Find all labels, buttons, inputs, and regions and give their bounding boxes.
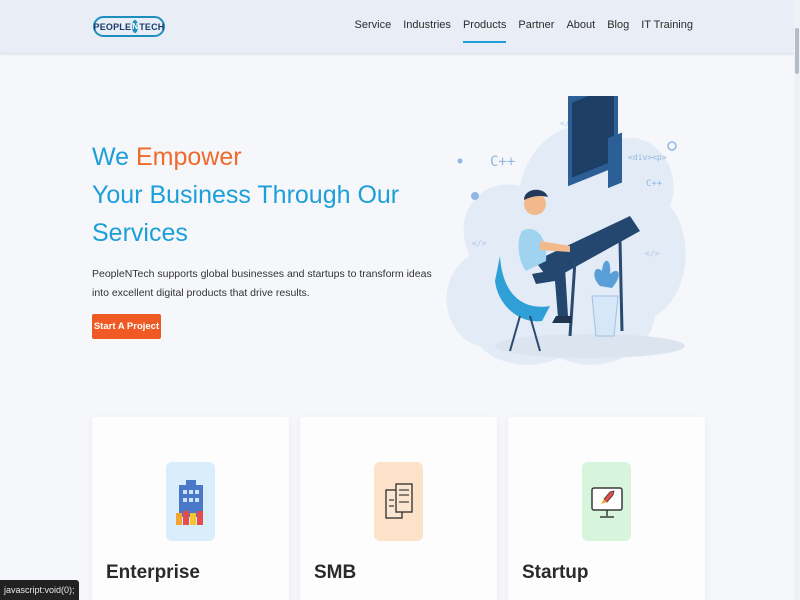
developer-illustration: C++ <div><p> C++ </> </> </> bbox=[446, 96, 686, 365]
nav-blog[interactable]: Blog bbox=[607, 19, 629, 43]
card-smb[interactable]: SMB bbox=[300, 417, 497, 600]
main-nav: Service Industries Products Partner Abou… bbox=[355, 19, 693, 43]
svg-text:<div><p>: <div><p> bbox=[628, 153, 667, 162]
hero-title-accent: Empower bbox=[136, 143, 242, 171]
start-project-button[interactable]: Start A Project bbox=[92, 314, 161, 339]
site-header: PEOPLE N TECH Service Industries Products … bbox=[0, 0, 800, 54]
nav-it-training[interactable]: IT Training bbox=[641, 19, 693, 43]
card-title-smb: SMB bbox=[314, 562, 357, 583]
server-icon bbox=[384, 482, 413, 519]
nav-about[interactable]: About bbox=[566, 19, 595, 43]
nav-industries[interactable]: Industries bbox=[403, 19, 451, 43]
page-scrollbar[interactable] bbox=[794, 0, 800, 600]
enterprise-icon-box bbox=[166, 462, 215, 541]
rocket-monitor-icon bbox=[590, 486, 623, 518]
nav-products[interactable]: Products bbox=[462, 19, 507, 43]
svg-text:</>: </> bbox=[472, 239, 487, 248]
card-title-enterprise: Enterprise bbox=[106, 562, 200, 583]
svg-text:C++: C++ bbox=[646, 179, 663, 189]
svg-text:C++: C++ bbox=[490, 154, 515, 170]
card-enterprise[interactable]: Enterprise bbox=[92, 417, 289, 600]
building-icon bbox=[175, 479, 203, 525]
startup-icon-box bbox=[582, 462, 631, 541]
nav-service[interactable]: Service bbox=[355, 19, 392, 43]
card-title-startup: Startup bbox=[522, 562, 589, 583]
smb-icon-box bbox=[374, 462, 423, 541]
hero-description: PeopleNTech supports global businesses a… bbox=[92, 268, 432, 299]
peoplentech-logo[interactable]: PEOPLE N TECH bbox=[93, 16, 165, 37]
scrollbar-thumb[interactable] bbox=[795, 28, 799, 74]
svg-text:</>: </> bbox=[645, 249, 660, 258]
status-bar-url: javascript:void(0); bbox=[0, 580, 79, 600]
card-startup[interactable]: Startup bbox=[508, 417, 705, 600]
nav-partner[interactable]: Partner bbox=[518, 19, 554, 43]
hero-title: We Empower Your Business Through Our Ser… bbox=[92, 143, 400, 247]
